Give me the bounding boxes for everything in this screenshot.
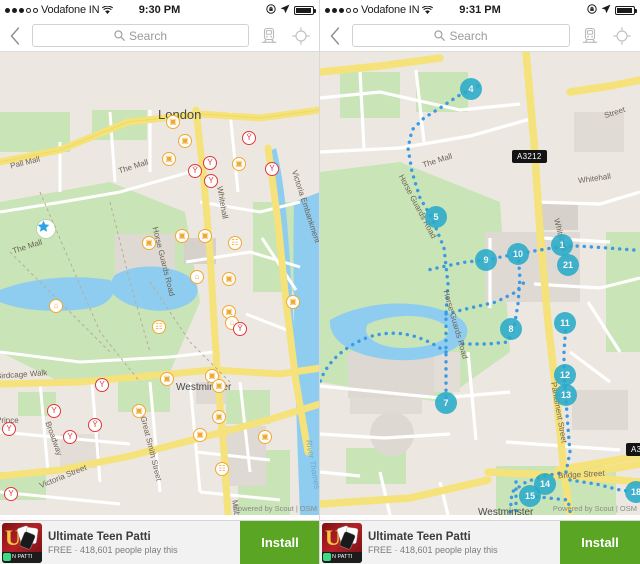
museum-poi-icon[interactable]: ☷ [228, 236, 242, 250]
camera-poi-icon[interactable]: ▣ [132, 404, 146, 418]
route-waypoint-5[interactable]: 5 [425, 206, 447, 228]
map-attribution: Powered by Scout | OSM [232, 504, 317, 513]
route-path-layer [320, 84, 640, 515]
back-button[interactable] [326, 25, 344, 47]
favorite-star-marker[interactable] [37, 220, 55, 238]
search-input[interactable]: Search [352, 24, 570, 47]
battery-icon [615, 5, 637, 15]
back-button[interactable] [6, 25, 24, 47]
camera-poi-icon[interactable]: ▣ [166, 115, 180, 129]
route-waypoint-10[interactable]: 10 [507, 243, 529, 265]
ad-icon-caption: N PATTI [12, 554, 33, 560]
ad-icon-caption: N PATTI [332, 554, 353, 560]
museum-poi-icon[interactable]: ☷ [152, 320, 166, 334]
route-waypoint-21[interactable]: 21 [557, 254, 579, 276]
phone-screen-left: Vodafone IN 9:30 PM Search Pall Mall The… [0, 0, 320, 564]
ad-subtitle: FREE · 418,601 people play this [368, 544, 498, 555]
bar-poi-icon[interactable]: Y [204, 174, 218, 188]
restaurant-poi-icon[interactable]: Ÿ [233, 322, 247, 336]
search-icon [434, 30, 446, 41]
museum-poi-icon[interactable]: ☷ [215, 462, 229, 476]
battery-icon [294, 5, 316, 15]
ad-title: Ultimate Teen Patti [368, 530, 471, 543]
route-waypoint-9[interactable]: 9 [475, 249, 497, 271]
map-canvas-left[interactable]: Pall Mall The Mall The Mall London White… [0, 52, 319, 515]
phone-screen-right: Vodafone IN 9:31 PM Search The Mall Hors… [320, 0, 640, 564]
route-waypoint-15[interactable]: 15 [519, 485, 541, 507]
search-placeholder-text: Search [449, 28, 488, 43]
camera-poi-icon[interactable]: ▣ [198, 229, 212, 243]
bar-poi-icon[interactable]: Y [4, 487, 18, 501]
navigation-toolbar: Search [320, 20, 640, 52]
route-waypoint-12[interactable]: 12 [554, 364, 576, 386]
camera-poi-icon[interactable]: ▣ [142, 236, 156, 250]
locate-icon[interactable] [610, 24, 634, 48]
camera-poi-icon[interactable]: ▣ [232, 157, 246, 171]
road-shield-A3: A3 [626, 443, 640, 456]
map-canvas-right[interactable]: The Mall Horse Guards Road Horse Guards … [320, 52, 640, 515]
route-waypoint-7[interactable]: 7 [435, 392, 457, 414]
status-bar: Vodafone IN 9:31 PM [320, 0, 640, 20]
ad-title: Ultimate Teen Patti [48, 530, 151, 543]
restaurant-poi-icon[interactable]: Ÿ [188, 164, 202, 178]
star-icon [37, 220, 50, 232]
camera-poi-icon[interactable]: ▣ [160, 372, 174, 386]
route-waypoint-18[interactable]: 18 [625, 481, 640, 503]
route-waypoint-8[interactable]: 8 [500, 318, 522, 340]
camera-poi-icon[interactable]: ▣ [258, 430, 272, 444]
ad-subtitle: FREE · 418,601 people play this [48, 544, 178, 555]
ad-banner[interactable]: U N PATTI Ultimate Teen Patti FREE · 418… [0, 520, 319, 564]
map-attribution: Powered by Scout | OSM [552, 504, 637, 513]
bar-poi-icon[interactable]: Y [265, 162, 279, 176]
camera-poi-icon[interactable]: ▣ [193, 428, 207, 442]
dual-screenshot-container: Vodafone IN 9:30 PM Search Pall Mall The… [0, 0, 640, 564]
road-shield-A3212: A3212 [512, 150, 547, 163]
camera-poi-icon[interactable]: ▣ [212, 379, 226, 393]
ad-text-block: Ultimate Teen Patti FREE · 418,601 peopl… [46, 530, 240, 556]
status-bar: Vodafone IN 9:30 PM [0, 0, 319, 20]
bar-poi-icon[interactable]: Y [95, 378, 109, 392]
bar-poi-icon[interactable]: Y [63, 430, 77, 444]
locate-icon[interactable] [289, 24, 313, 48]
restaurant-poi-icon[interactable]: Ÿ [242, 131, 256, 145]
install-button[interactable]: Install [560, 520, 640, 564]
play-store-icon [3, 553, 11, 561]
ad-app-icon: U N PATTI [2, 522, 42, 563]
camera-poi-icon[interactable]: ▣ [162, 152, 176, 166]
camera-poi-icon[interactable]: ▣ [222, 272, 236, 286]
camera-poi-icon[interactable]: ▣ [178, 134, 192, 148]
clock: 9:30 PM [138, 4, 181, 16]
camera-poi-icon[interactable]: ▣ [212, 410, 226, 424]
route-waypoint-4[interactable]: 4 [460, 78, 482, 100]
install-button[interactable]: Install [240, 520, 319, 564]
navigation-toolbar: Search [0, 20, 319, 52]
transit-icon[interactable] [257, 24, 281, 48]
ad-text-block: Ultimate Teen Patti FREE · 418,601 peopl… [366, 530, 560, 556]
ad-app-icon: U N PATTI [322, 522, 362, 563]
route-waypoint-13[interactable]: 13 [555, 384, 577, 406]
park-poi-icon[interactable]: ⌂ [190, 270, 204, 284]
play-store-icon [323, 553, 331, 561]
restaurant-poi-icon[interactable]: Ÿ [88, 418, 102, 432]
bar-poi-icon[interactable]: Y [203, 156, 217, 170]
route-waypoint-1[interactable]: 1 [551, 234, 573, 256]
bar-poi-icon[interactable]: Y [47, 404, 61, 418]
camera-poi-icon[interactable]: ▣ [175, 229, 189, 243]
park-poi-icon[interactable]: ⌂ [49, 299, 63, 313]
map-basemap-left [0, 52, 319, 515]
ad-banner[interactable]: U N PATTI Ultimate Teen Patti FREE · 418… [320, 520, 640, 564]
search-icon [114, 30, 125, 41]
bar-poi-icon[interactable]: Y [2, 422, 16, 436]
search-placeholder-text: Search [128, 28, 168, 43]
search-input[interactable]: Search [32, 24, 249, 47]
clock: 9:31 PM [459, 4, 501, 16]
camera-poi-icon[interactable]: ▣ [286, 295, 300, 309]
route-waypoint-11[interactable]: 11 [554, 312, 576, 334]
transit-icon[interactable] [578, 24, 602, 48]
